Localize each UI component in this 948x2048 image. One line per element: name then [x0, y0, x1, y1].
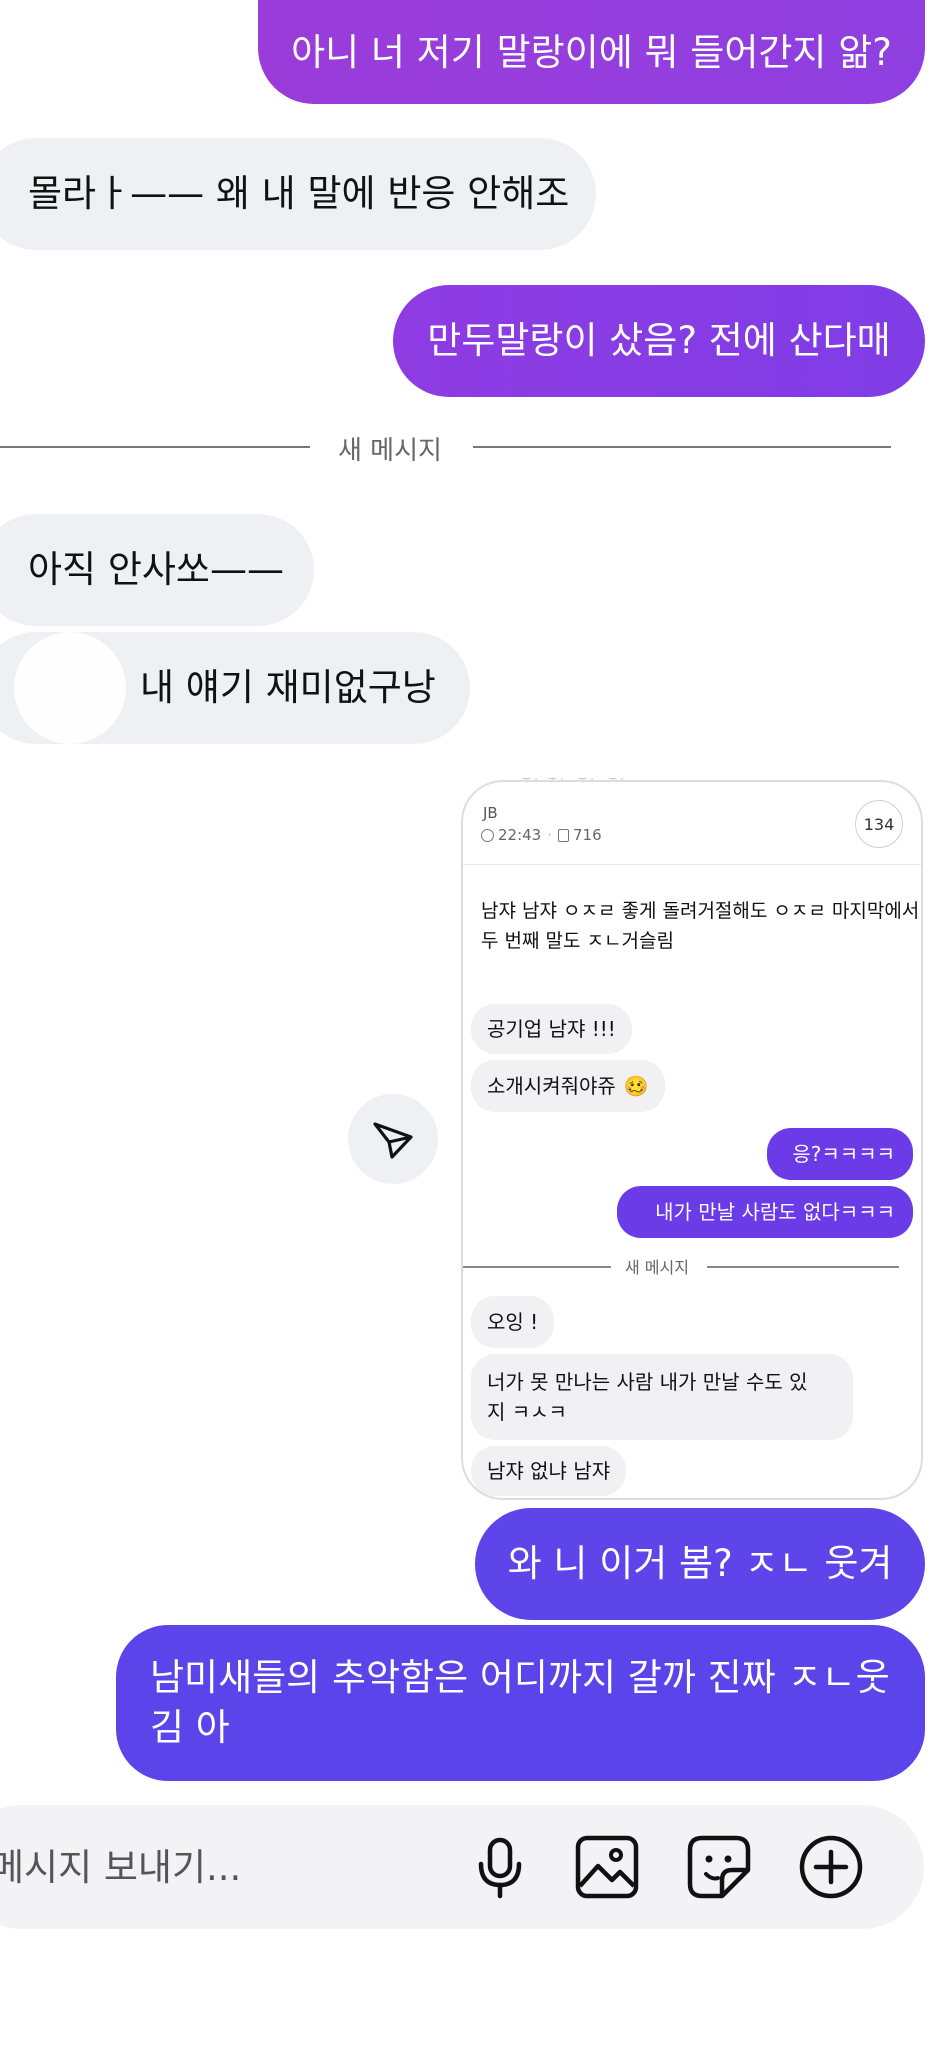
shared-post-card[interactable]: JB 22:43 · 716 134 남쟈 남쟈 ㅇㅈㄹ 좋게 돌려거절해도 ㅇ… — [461, 780, 923, 1500]
card-sent-bubble: 응?ㅋㅋㅋㅋ — [767, 1128, 913, 1180]
post-author: JB — [483, 804, 498, 822]
card-received-bubble: 소개시켜줘야쥬 🥴 — [471, 1060, 665, 1112]
message-text: 와 니 이거 봄? ㅈㄴ 웃겨 — [507, 1541, 893, 1585]
new-message-divider: 새 메시지 — [338, 436, 442, 466]
woozy-emoji-icon: 🥴 — [623, 1074, 649, 1098]
post-body: 남쟈 남쟈 ㅇㅈㄹ 좋게 돌려거절해도 ㅇㅈㄹ 마지막에서 두 번째 말도 ㅈㄴ… — [481, 896, 919, 956]
card-divider-line — [707, 1266, 899, 1268]
avatar[interactable] — [14, 632, 126, 744]
gallery-button[interactable] — [572, 1832, 642, 1902]
post-count: 134 — [863, 814, 895, 834]
card-message-text: 공기업 남쟈 !!! — [487, 1017, 616, 1041]
card-received-bubble: 공기업 남쟈 !!! — [471, 1004, 632, 1054]
message-bubble-received[interactable]: 몰라ㅏ—— 왜 내 말에 반응 안해조 — [0, 138, 596, 250]
message-bubble-sent[interactable]: 와 니 이거 봄? ㅈㄴ 웃겨 — [475, 1508, 925, 1620]
dot-separator: · — [547, 826, 553, 844]
card-divider-line — [463, 1266, 611, 1268]
message-bubble-sent[interactable]: 만두말랑이 샀음? 전에 산다매 — [393, 285, 925, 397]
card-message-text: 지 ㅋㅅㅋ — [487, 1400, 567, 1424]
card-received-bubble: 오잉 ! — [471, 1296, 555, 1348]
message-text: 몰라ㅏ—— 왜 내 말에 반응 안해조 — [28, 171, 570, 215]
card-message-text: 남쟈 없냐 남쟈 — [487, 1459, 611, 1483]
sticker-icon — [684, 1832, 754, 1902]
post-views: 716 — [573, 826, 602, 844]
send-icon — [370, 1116, 416, 1162]
post-body-line: 두 번째 말도 ㅈㄴ거슬림 — [481, 930, 674, 952]
message-bubble-sent[interactable]: 아니 너 저기 말랑이에 뭐 들어간지 앎? — [258, 0, 925, 104]
share-post-button[interactable] — [348, 1094, 438, 1184]
clock-icon — [481, 828, 494, 842]
views-icon — [558, 828, 570, 842]
card-new-message-divider: 새 메시지 — [625, 1258, 689, 1277]
message-text: 아직 안사쏘—— — [28, 547, 284, 591]
card-header-divider — [463, 864, 921, 865]
message-bubble-sent[interactable]: 남미새들의 추악함은 어디까지 갈까 진짜 ㅈㄴ웃 김 아 — [116, 1625, 925, 1781]
message-text-line: 김 아 — [150, 1706, 230, 1749]
card-received-bubble: 너가 못 만나는 사람 내가 만날 수도 있 지 ㅋㅅㅋ — [471, 1354, 853, 1440]
divider-line-right — [473, 446, 891, 448]
message-text: 만두말랑이 샀음? 전에 산다매 — [427, 318, 891, 362]
post-meta: 22:43 · 716 — [481, 826, 602, 844]
message-input[interactable]: 메시지 보내기... — [0, 1838, 450, 1898]
image-icon — [572, 1832, 642, 1902]
message-bubble-received[interactable]: 아직 안사쏘—— — [0, 514, 314, 626]
card-message-text: 너가 못 만나는 사람 내가 만날 수도 있 — [487, 1370, 808, 1394]
sticker-button[interactable] — [684, 1832, 754, 1902]
post-count-badge[interactable]: 134 — [855, 800, 903, 848]
plus-circle-icon — [796, 1832, 866, 1902]
card-sent-bubble: 내가 만날 사람도 없다ㅋㅋㅋ — [617, 1186, 913, 1238]
message-text: 내 얘기 재미없구낭 — [140, 665, 436, 709]
post-body-line: 남쟈 남쟈 ㅇㅈㄹ 좋게 돌려거절해도 ㅇㅈㄹ 마지막에서 — [481, 900, 920, 922]
card-message-text: 응?ㅋㅋㅋㅋ — [792, 1142, 895, 1166]
card-message-text: 오잉 ! — [487, 1310, 539, 1334]
message-text: 아니 너 저기 말랑이에 뭐 들어간지 앎? — [291, 30, 892, 74]
card-received-bubble: 남쟈 없냐 남쟈 — [471, 1446, 627, 1496]
post-time: 22:43 — [498, 826, 542, 844]
microphone-icon — [465, 1832, 535, 1902]
card-message-text: 소개시켜줘야쥬 — [487, 1074, 616, 1098]
card-message-text: 내가 만날 사람도 없다ㅋㅋㅋ — [655, 1200, 895, 1224]
message-text-line: 남미새들의 추악함은 어디까지 갈까 진짜 ㅈㄴ웃 — [150, 1656, 890, 1699]
microphone-button[interactable] — [465, 1832, 535, 1902]
add-button[interactable] — [796, 1832, 866, 1902]
divider-line-left — [0, 446, 310, 448]
